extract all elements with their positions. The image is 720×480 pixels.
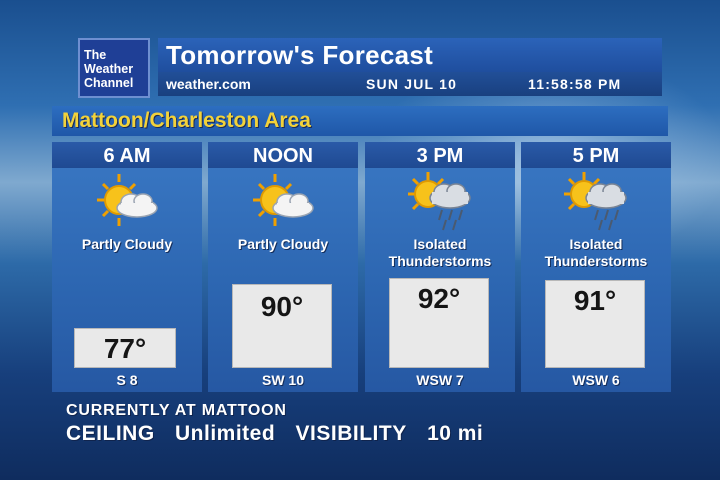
- wind-label: S 8: [116, 372, 138, 388]
- forecast-period-noon: NOON Partly Cloudy 90° SW 10: [208, 142, 358, 392]
- period-time: 3 PM: [365, 142, 515, 168]
- time-label: 11:58:58 PM: [528, 76, 622, 92]
- temperature-box: 77°: [74, 328, 176, 368]
- condition-text: Partly Cloudy: [237, 236, 329, 252]
- date-label: SUN JUL 10: [366, 76, 458, 92]
- weather-channel-logo: The Weather Channel: [78, 38, 150, 98]
- page-title: Tomorrow's Forecast: [158, 38, 662, 72]
- temperature-box: 91°: [545, 280, 645, 368]
- forecast-period-5pm: 5 PM Isolated Thunderstorms 91° WSW 6: [521, 142, 671, 392]
- thunderstorm-icon: [564, 172, 627, 231]
- wind-label: SW 10: [261, 372, 304, 388]
- ceiling-label: CEILING: [66, 422, 155, 445]
- condition-text: Isolated Thunderstorms: [544, 236, 648, 269]
- current-heading: CURRENTLY AT MATTOON: [66, 402, 287, 419]
- period-time: 5 PM: [521, 142, 671, 168]
- ceiling-value: Unlimited: [175, 422, 276, 445]
- condition-text: Partly Cloudy: [81, 236, 173, 252]
- temperature-box: 90°: [232, 284, 332, 368]
- partly-cloudy-icon: [97, 174, 158, 226]
- partly-cloudy-icon: [253, 174, 314, 226]
- wind-label: WSW 6: [572, 372, 620, 388]
- thunderstorm-icon: [408, 172, 471, 231]
- current-conditions: CURRENTLY AT MATTOON CEILING Unlimited V…: [66, 402, 497, 446]
- period-time: 6 AM: [52, 142, 202, 168]
- forecast-period-3pm: 3 PM Isolated Thunderstorms 92° WSW 7: [365, 142, 515, 392]
- header-subbar: weather.com SUN JUL 10 11:58:58 PM: [158, 72, 662, 96]
- current-details: CEILING Unlimited VISIBILITY 10 mi: [66, 422, 497, 446]
- wind-label: WSW 7: [416, 372, 464, 388]
- period-time: NOON: [208, 142, 358, 168]
- condition-text: Isolated Thunderstorms: [388, 236, 492, 269]
- visibility-value: 10 mi: [427, 422, 484, 445]
- area-title: Mattoon/Charleston Area: [52, 106, 668, 136]
- forecast-period-6am: 6 AM Partly Cloudy 77° S 8: [52, 142, 202, 392]
- site-url: weather.com: [166, 76, 251, 92]
- visibility-label: VISIBILITY: [295, 422, 407, 445]
- temperature-box: 92°: [389, 278, 489, 368]
